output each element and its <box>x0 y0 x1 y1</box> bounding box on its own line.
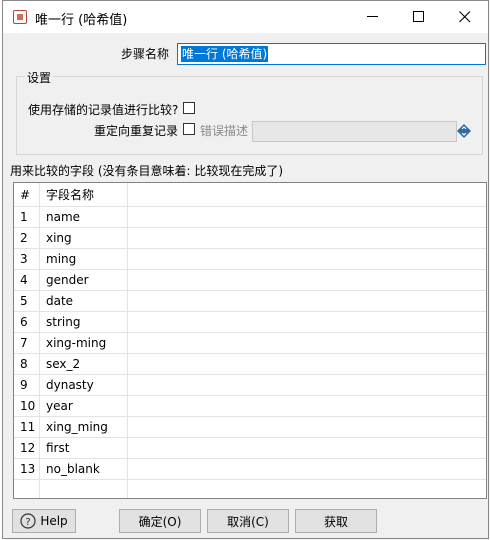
title-bar: 唯一行 (哈希值) <box>3 1 488 33</box>
field-name-cell[interactable]: sex_2 <box>40 354 128 375</box>
field-name-cell[interactable]: year <box>40 396 128 417</box>
header-number: # <box>14 183 40 207</box>
table-row[interactable]: 2 xing <box>14 228 486 249</box>
table-row[interactable]: 10 year <box>14 396 486 417</box>
ok-button[interactable]: 确定(O) <box>119 509 201 533</box>
field-name-cell[interactable]: first <box>40 438 128 459</box>
row-number: 12 <box>14 438 40 459</box>
dialog-window: 唯一行 (哈希值) 步骤名称 唯一行 (哈希值) 设置 使用存储的记录值进行比较… <box>2 0 489 539</box>
table-row[interactable]: 3 ming <box>14 249 486 270</box>
svg-text:?: ? <box>26 517 31 528</box>
close-button[interactable] <box>442 1 488 33</box>
fields-caption: 用来比较的字段 (没有条目意味着: 比较现在完成了) <box>10 164 284 178</box>
redirect-duplicates-label: 重定向重复记录 <box>93 124 178 138</box>
field-name-cell[interactable]: ming <box>40 249 128 270</box>
row-number: 7 <box>14 333 40 354</box>
error-description-label: 错误描述 <box>200 124 249 138</box>
row-filler <box>128 270 486 291</box>
ok-label: 确定(O) <box>138 514 182 529</box>
row-number: 4 <box>14 270 40 291</box>
row-filler <box>128 249 486 270</box>
row-filler <box>128 396 486 417</box>
row-number: 5 <box>14 291 40 312</box>
empty-table-row[interactable] <box>14 480 486 498</box>
field-name-cell[interactable]: gender <box>40 270 128 291</box>
help-button[interactable]: ? Help <box>12 509 76 533</box>
table-row[interactable]: 7 xing-ming <box>14 333 486 354</box>
row-number: 11 <box>14 417 40 438</box>
table-row[interactable]: 12 first <box>14 438 486 459</box>
help-label: Help <box>40 514 68 528</box>
field-name-cell[interactable]: no_blank <box>40 459 128 480</box>
redirect-duplicates-checkbox[interactable] <box>183 123 195 135</box>
row-filler <box>128 354 486 375</box>
minimize-icon <box>367 16 378 17</box>
window-title: 唯一行 (哈希值) <box>35 13 128 28</box>
get-fields-button[interactable]: 获取 <box>295 509 377 533</box>
fields-table[interactable]: # 字段名称 1 name 2 xing 3 ming 4 gender 5 date 6 strin… <box>13 182 487 499</box>
help-circle-icon: ? <box>20 513 36 529</box>
get-label: 获取 <box>323 514 348 529</box>
table-row[interactable]: 1 name <box>14 207 486 228</box>
row-number: 6 <box>14 312 40 333</box>
field-name-cell[interactable]: xing <box>40 228 128 249</box>
cancel-button[interactable]: 取消(C) <box>207 509 289 533</box>
row-filler <box>128 207 486 228</box>
field-name-cell[interactable]: date <box>40 291 128 312</box>
row-filler <box>128 480 486 498</box>
table-row[interactable]: 8 sex_2 <box>14 354 486 375</box>
minimize-button[interactable] <box>350 1 396 33</box>
field-name-cell[interactable]: xing_ming <box>40 417 128 438</box>
field-name-cell[interactable]: string <box>40 312 128 333</box>
row-filler <box>128 312 486 333</box>
variable-diamond-icon[interactable] <box>457 124 471 138</box>
row-number: 1 <box>14 207 40 228</box>
table-row[interactable]: 5 date <box>14 291 486 312</box>
error-description-input[interactable] <box>252 121 457 142</box>
header-field-name[interactable]: 字段名称 <box>40 183 128 207</box>
field-name-cell[interactable] <box>40 480 128 498</box>
step-name-value: 唯一行 (哈希值) <box>181 46 269 62</box>
maximize-button[interactable] <box>396 1 442 33</box>
row-filler <box>128 438 486 459</box>
row-filler <box>128 291 486 312</box>
row-filler <box>128 417 486 438</box>
step-name-label: 步骤名称 <box>120 47 169 61</box>
row-number: 10 <box>14 396 40 417</box>
table-row[interactable]: 9 dynasty <box>14 375 486 396</box>
row-number <box>14 480 40 498</box>
maximize-icon <box>413 11 424 22</box>
row-filler <box>128 333 486 354</box>
field-name-cell[interactable]: name <box>40 207 128 228</box>
table-row[interactable]: 11 xing_ming <box>14 417 486 438</box>
use-stored-label: 使用存储的记录值进行比较? <box>28 103 179 117</box>
row-number: 3 <box>14 249 40 270</box>
table-header-row: # 字段名称 <box>14 183 486 207</box>
row-number: 2 <box>14 228 40 249</box>
field-name-cell[interactable]: dynasty <box>40 375 128 396</box>
row-number: 9 <box>14 375 40 396</box>
settings-group-title: 设置 <box>25 69 54 86</box>
use-stored-checkbox[interactable] <box>183 102 195 114</box>
field-name-cell[interactable]: xing-ming <box>40 333 128 354</box>
header-filler <box>128 183 486 207</box>
table-row[interactable]: 4 gender <box>14 270 486 291</box>
table-row[interactable]: 13 no_blank <box>14 459 486 480</box>
close-icon <box>459 11 471 23</box>
step-name-input[interactable]: 唯一行 (哈希值) <box>177 43 486 65</box>
row-number: 13 <box>14 459 40 480</box>
row-number: 8 <box>14 354 40 375</box>
row-filler <box>128 228 486 249</box>
row-filler <box>128 375 486 396</box>
cancel-label: 取消(C) <box>227 514 269 529</box>
spoon-step-icon <box>13 10 27 24</box>
table-row[interactable]: 6 string <box>14 312 486 333</box>
row-filler <box>128 459 486 480</box>
